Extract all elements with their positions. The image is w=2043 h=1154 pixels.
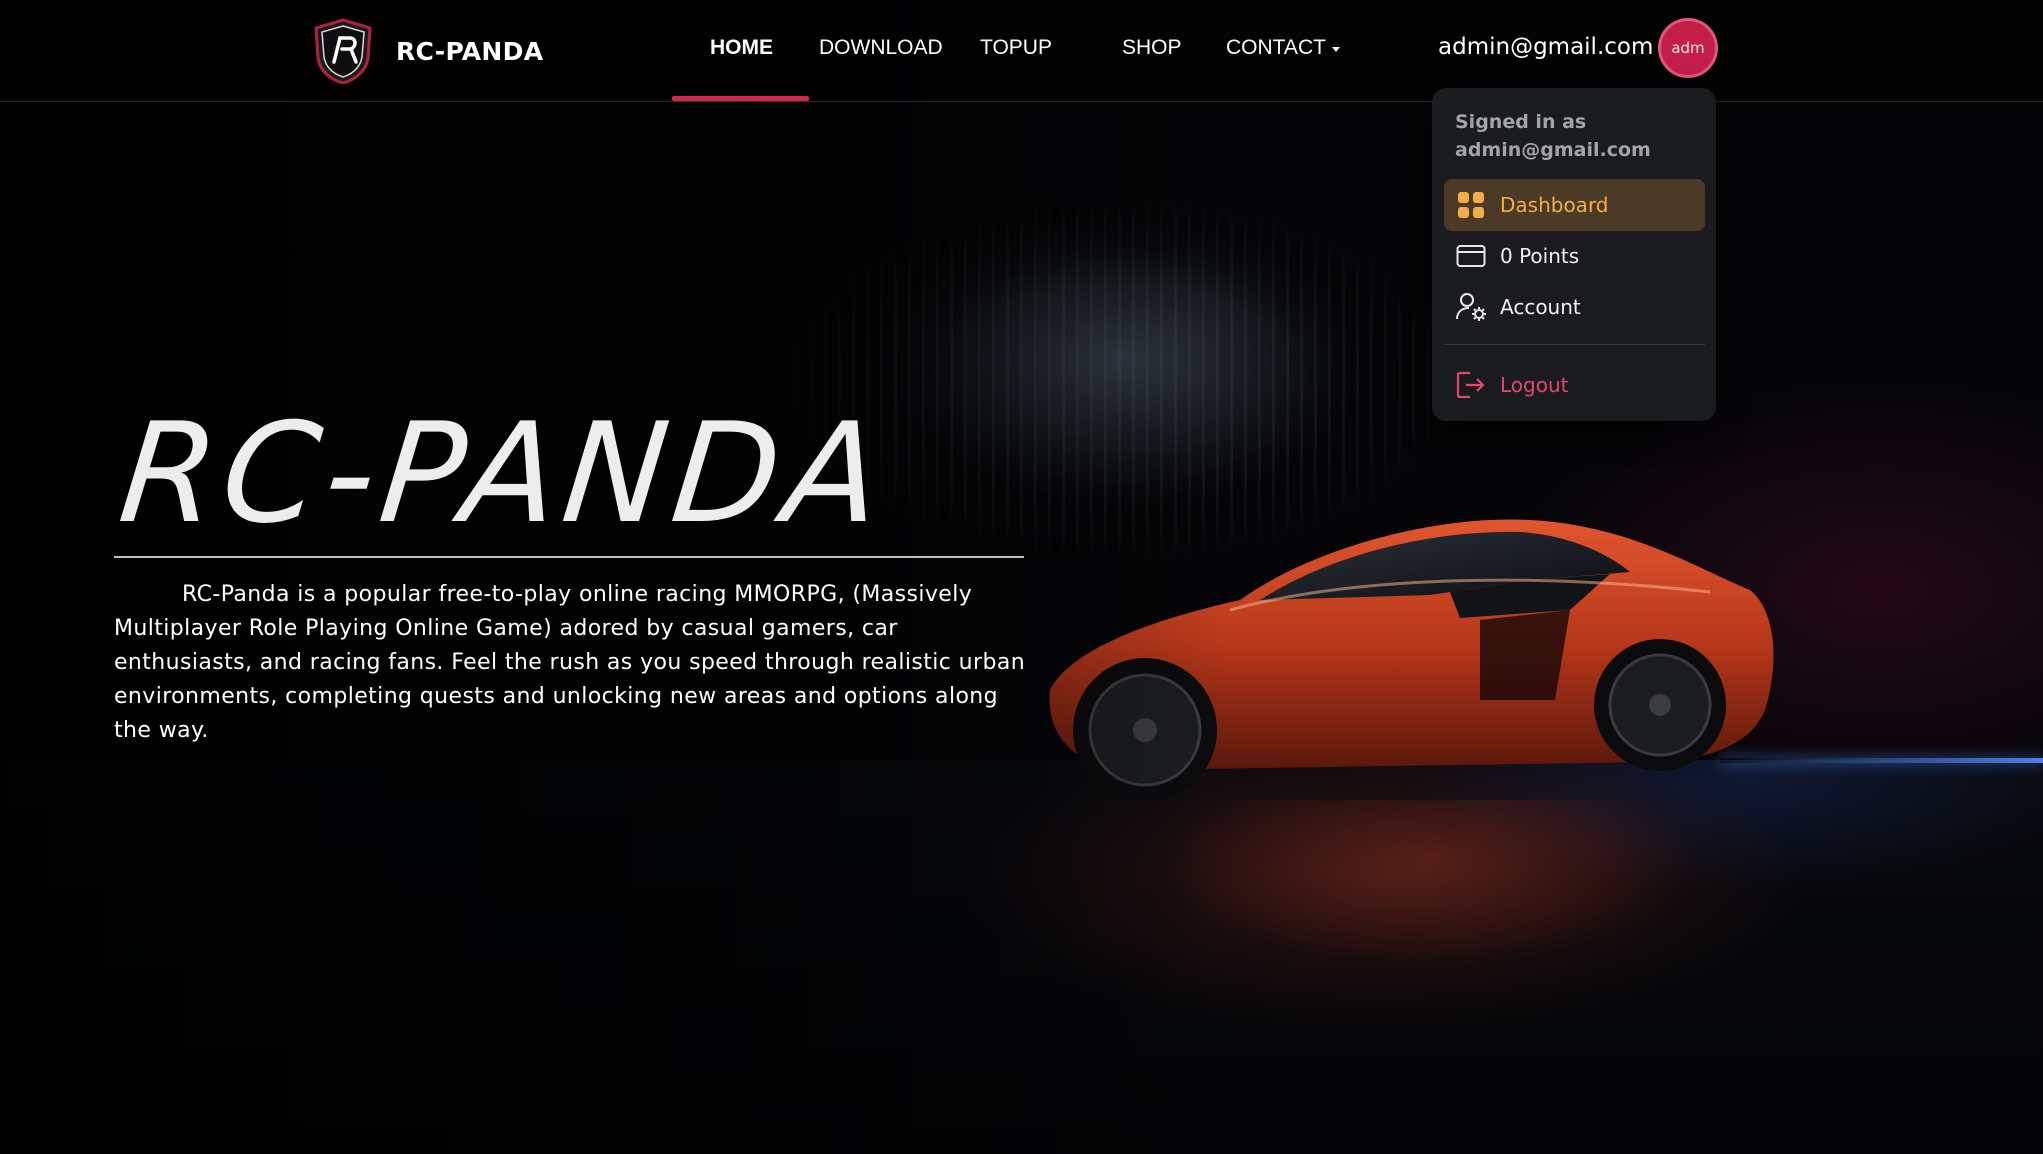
signed-in-email: admin@gmail.com <box>1455 139 1651 161</box>
logout-icon <box>1455 369 1487 401</box>
active-nav-indicator <box>672 96 809 101</box>
brand[interactable]: RC-PANDA <box>312 18 543 84</box>
sports-car-image <box>1049 519 1774 802</box>
menu-divider <box>1444 344 1705 345</box>
hero-background <box>0 0 2043 1154</box>
signed-in-label: Signed in as <box>1455 111 1587 133</box>
menu-item-logout[interactable]: Logout <box>1444 359 1705 411</box>
nav-home[interactable]: HOME <box>710 36 773 60</box>
brand-name: RC-PANDA <box>396 36 544 66</box>
nav-download[interactable]: DOWNLOAD <box>819 36 943 60</box>
car-reflection <box>1050 800 1810 1100</box>
user-gear-icon <box>1455 291 1487 323</box>
user-dropdown-menu: Signed in as admin@gmail.com Dashboard 0… <box>1432 88 1716 421</box>
shield-logo-icon <box>314 18 372 84</box>
nav-shop[interactable]: SHOP <box>1122 36 1182 60</box>
hero-divider <box>114 556 1024 558</box>
nav-topup[interactable]: TOPUP <box>980 36 1052 60</box>
card-icon <box>1455 240 1487 272</box>
menu-item-dashboard[interactable]: Dashboard <box>1444 179 1705 231</box>
menu-item-label: Account <box>1500 295 1581 319</box>
chevron-down-icon[interactable] <box>1332 47 1340 52</box>
menu-item-account[interactable]: Account <box>1444 281 1705 333</box>
hero-title: RC-PANDA <box>112 393 895 554</box>
user-email[interactable]: admin@gmail.com <box>1438 34 1653 60</box>
menu-item-points[interactable]: 0 Points <box>1444 230 1705 282</box>
user-avatar-button[interactable]: adm <box>1658 18 1718 78</box>
nav-contact[interactable]: CONTACT <box>1226 36 1326 60</box>
hero-description: RC-Panda is a popular free-to-play onlin… <box>114 582 1026 743</box>
top-navbar: RC-PANDA HOME DOWNLOAD TOPUP SHOP CONTAC… <box>0 0 2043 102</box>
menu-item-label: Logout <box>1500 373 1569 397</box>
menu-item-label: Dashboard <box>1500 193 1609 217</box>
dashboard-grid-icon <box>1455 189 1487 221</box>
menu-item-label: 0 Points <box>1500 244 1580 268</box>
